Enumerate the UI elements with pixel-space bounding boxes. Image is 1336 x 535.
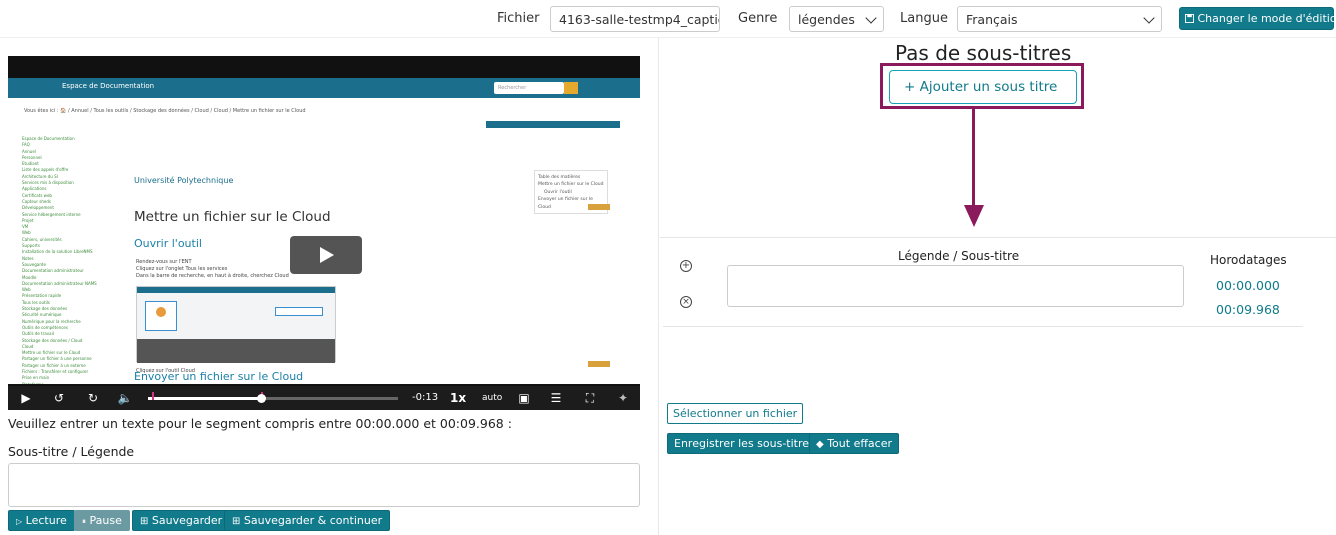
fullscreen-icon[interactable]: ⛶: [582, 390, 598, 406]
video-page-search: Rechercher: [494, 82, 564, 94]
tree-item: Plateforme: [22, 382, 122, 384]
save-button[interactable]: ⊞ Sauvegarder: [132, 510, 231, 531]
language-value: Français: [966, 12, 1018, 27]
video-page-section-open: Ouvrir l'outil: [134, 237, 202, 250]
picture-in-picture-icon[interactable]: ▣: [516, 390, 532, 406]
change-edit-mode-label: Changer le mode d'édition: [1197, 12, 1336, 25]
seek-bar-fill: [148, 397, 261, 400]
play-label: Lecture: [25, 514, 67, 527]
file-input[interactable]: 4163-salle-testmp4_captions: [550, 6, 720, 32]
video-page-title: Mettre un fichier sur le Cloud: [134, 209, 331, 225]
save-label: Sauvegarder: [151, 514, 223, 527]
genre-label: Genre: [738, 11, 778, 26]
end-timestamp[interactable]: 00:09.968: [1216, 302, 1280, 317]
bullet-item: Rendez-vous sur l'ENT: [136, 259, 192, 265]
quality-button[interactable]: auto: [482, 390, 502, 406]
language-select[interactable]: Français: [957, 6, 1162, 32]
caption-column-header: Légende / Sous-titre: [898, 249, 1020, 263]
plus-icon: +: [904, 79, 916, 95]
save-icon: [1185, 14, 1194, 23]
video-page-brand: Espace de Documentation: [62, 82, 155, 90]
video-page-tree: Espace de Documentation FAQ Annuel Personne…: [22, 136, 122, 384]
rewind-icon[interactable]: ↺: [50, 390, 68, 406]
remove-row-icon[interactable]: ×: [680, 296, 692, 308]
add-row-icon[interactable]: +: [680, 260, 692, 272]
genre-select[interactable]: légendes: [789, 6, 884, 32]
seek-bar[interactable]: [148, 392, 398, 403]
save-continue-button[interactable]: ⊞ Sauvegarder & continuer: [224, 510, 391, 531]
video-player[interactable]: Espace de Documentation Rechercher Vous …: [8, 56, 640, 410]
add-subtitle-label: Ajouter un sous titre: [919, 79, 1058, 95]
search-icon: [564, 82, 578, 94]
toolbar: Fichier 4163-salle-testmp4_captions Genr…: [0, 0, 1336, 38]
save-icon: ⊞: [140, 516, 149, 527]
section-divider: [660, 237, 1336, 238]
big-play-button[interactable]: [290, 236, 362, 274]
save-subtitles-button[interactable]: Enregistrer les sous-titres: [667, 433, 822, 454]
video-page-banner: [486, 121, 620, 128]
change-edit-mode-button[interactable]: Changer le mode d'édition: [1179, 7, 1336, 30]
volume-icon[interactable]: 🔈: [116, 390, 134, 406]
seek-bar-handle[interactable]: [256, 394, 266, 403]
pause-button[interactable]: ⏸ Pause: [74, 510, 130, 531]
bullet-item: Cliquez sur l'onglet Tous les services: [136, 266, 228, 272]
file-label: Fichier: [497, 11, 540, 26]
save-icon: ⊞: [232, 516, 241, 527]
pause-icon: ⏸: [82, 517, 86, 526]
chapters-icon[interactable]: ☰: [548, 390, 564, 406]
segment-start-marker: [152, 392, 154, 400]
video-controls: ▶ ↺ ↻ 🔈 -0:13 1x auto ▣ ☰ ⛶ ✦: [8, 386, 640, 410]
eraser-icon: ◆: [816, 439, 824, 450]
chevron-down-icon: [865, 12, 877, 24]
video-page-logo: Université Polytechnique: [134, 176, 234, 185]
save-continue-label: Sauvegarder & continuer: [243, 514, 383, 527]
speed-button[interactable]: 1x: [450, 390, 466, 406]
genre-value: légendes: [798, 12, 855, 27]
video-page-section-send: Envoyer un fichier sur le Cloud: [134, 370, 304, 383]
video-frame: Espace de Documentation Rechercher Vous …: [8, 78, 640, 384]
row-divider: [663, 326, 1303, 327]
subtitle-textarea[interactable]: [8, 463, 640, 507]
add-subtitle-button[interactable]: + Ajouter un sous titre: [889, 70, 1077, 104]
pause-label: Pause: [89, 514, 122, 527]
start-timestamp[interactable]: 00:00.000: [1216, 278, 1280, 293]
play-icon[interactable]: ▶: [18, 390, 34, 406]
modify-tag: [588, 204, 610, 210]
clear-all-label: Tout effacer: [827, 437, 892, 450]
select-file-button[interactable]: Sélectionner un fichier: [667, 403, 804, 424]
panel-divider: [658, 38, 659, 535]
annotation-arrow-head: [964, 205, 984, 227]
clear-all-button[interactable]: ◆ Tout effacer: [809, 433, 899, 454]
video-page-screenshot: [136, 286, 336, 363]
video-page-navbar: Espace de Documentation Rechercher: [8, 78, 640, 98]
caption-textarea[interactable]: [727, 265, 1184, 307]
bullet-item: Dans la barre de recherche, en haut à dr…: [136, 273, 289, 279]
forward-icon[interactable]: ↻: [84, 390, 102, 406]
play-icon: ▷: [16, 517, 23, 526]
logo-icon: ✦: [617, 391, 629, 405]
subtitle-label: Sous-titre / Légende: [8, 444, 135, 459]
video-page-bullets: Rendez-vous sur l'ENT Cliquez sur l'ongl…: [136, 259, 289, 280]
play-button[interactable]: ▷ Lecture: [8, 510, 75, 531]
video-page-breadcrumb: Vous êtes ici : 🏠 / Annuel / Tous les ou…: [24, 108, 306, 114]
time-remaining: -0:13: [412, 392, 439, 403]
chevron-down-icon: [1143, 12, 1155, 24]
language-label: Langue: [900, 11, 948, 26]
no-subtitles-heading: Pas de sous-titres: [895, 41, 1072, 65]
timestamps-column-header: Horodatages: [1210, 253, 1287, 267]
segment-prompt: Veuillez entrer un texte pour le segment…: [8, 416, 512, 431]
modify-tag: [588, 361, 610, 367]
annotation-arrow: [972, 109, 975, 205]
